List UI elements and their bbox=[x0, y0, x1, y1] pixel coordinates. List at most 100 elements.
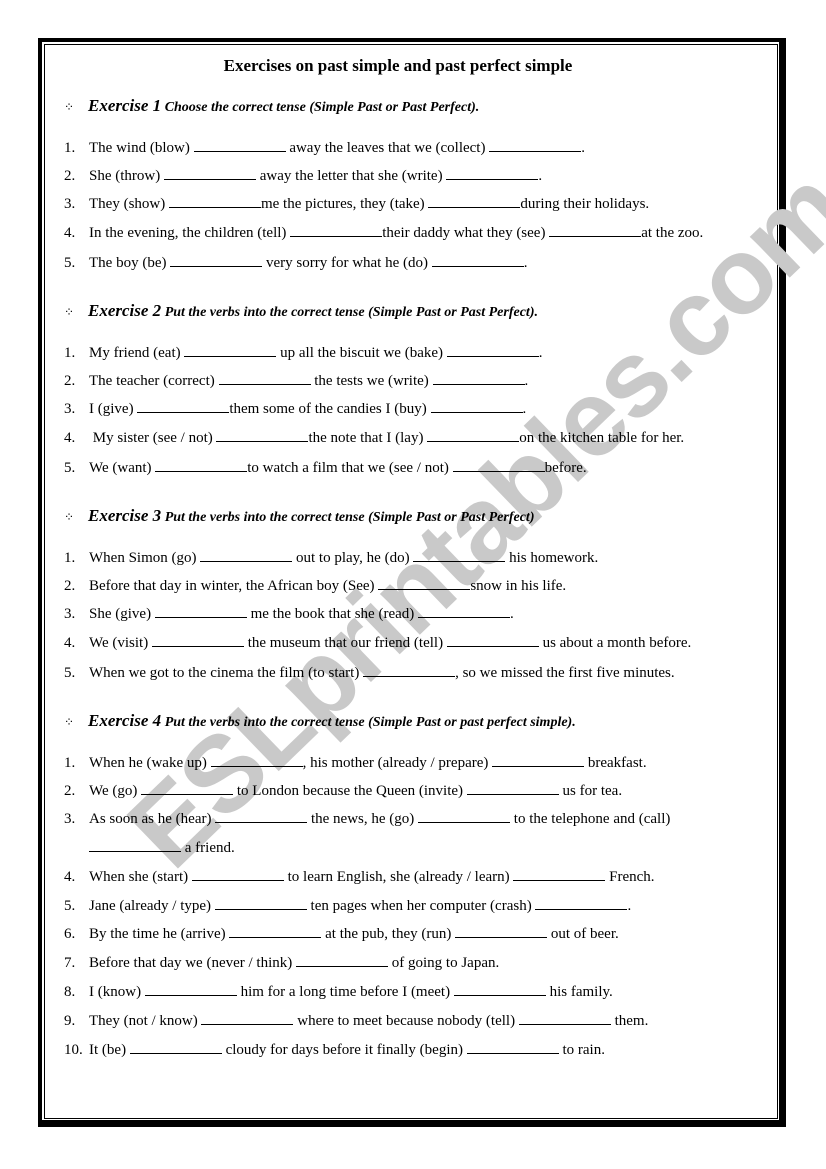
answer-blank[interactable] bbox=[229, 924, 322, 938]
answer-blank[interactable] bbox=[518, 1011, 611, 1025]
item-text: Before that day in winter, the African b… bbox=[89, 578, 379, 594]
item-text: away the letter that she (write) bbox=[256, 168, 447, 184]
answer-blank[interactable] bbox=[290, 223, 383, 237]
answer-blank[interactable] bbox=[170, 253, 263, 267]
answer-blank[interactable] bbox=[489, 138, 582, 152]
answer-blank[interactable] bbox=[535, 896, 628, 910]
answer-blank[interactable] bbox=[418, 809, 511, 823]
answer-blank[interactable] bbox=[413, 548, 506, 562]
item-number: 3. bbox=[64, 196, 76, 212]
item-text: . bbox=[522, 401, 527, 417]
answer-blank[interactable] bbox=[164, 166, 256, 180]
item-text: us for tea. bbox=[558, 783, 623, 799]
answer-blank[interactable] bbox=[296, 953, 389, 967]
item-number: 3. bbox=[64, 401, 76, 417]
item-text: . bbox=[538, 345, 543, 361]
item-text: out to play, he (do) bbox=[292, 550, 414, 566]
item-text: When she (start) bbox=[89, 869, 192, 885]
exercise-item: 1. When Simon (go) out to play, he (do) h… bbox=[64, 548, 598, 567]
item-text: to the telephone and (call) bbox=[510, 811, 671, 827]
item-text: up all the biscuit we (bake) bbox=[276, 345, 447, 361]
item-text: I (give) bbox=[89, 401, 138, 417]
answer-blank[interactable] bbox=[210, 753, 303, 767]
item-number: 1. bbox=[64, 140, 76, 156]
answer-blank[interactable] bbox=[431, 253, 524, 267]
item-number: 6. bbox=[64, 926, 76, 942]
answer-blank[interactable] bbox=[184, 343, 277, 357]
exercise-label: Exercise 1 bbox=[88, 96, 162, 115]
item-text: We (want) bbox=[89, 460, 156, 476]
answer-blank[interactable] bbox=[155, 458, 248, 472]
answer-blank[interactable] bbox=[492, 753, 585, 767]
exercise-item: 4. When she (start) to learn English, she… bbox=[64, 867, 655, 886]
answer-blank[interactable] bbox=[216, 428, 309, 442]
answer-blank[interactable] bbox=[215, 809, 308, 823]
item-number: 8. bbox=[64, 984, 76, 1000]
item-text: during their holidays. bbox=[520, 196, 650, 212]
answer-blank[interactable] bbox=[446, 633, 539, 647]
item-text: very sorry for what he (do) bbox=[262, 255, 432, 271]
answer-blank[interactable] bbox=[154, 604, 247, 618]
item-text: We (go) bbox=[89, 783, 142, 799]
item-number: 4. bbox=[64, 430, 76, 446]
item-text: their daddy what they (see) bbox=[382, 225, 550, 241]
exercise-item: 3. She (give) me the book that she (read)… bbox=[64, 604, 514, 623]
item-text: French. bbox=[605, 869, 655, 885]
item-text: the note that I (lay) bbox=[308, 430, 428, 446]
exercise-label: Exercise 3 bbox=[88, 506, 162, 525]
item-text: As soon as he (hear) bbox=[89, 811, 216, 827]
answer-blank[interactable] bbox=[168, 194, 261, 208]
item-text: at the zoo. bbox=[641, 225, 704, 241]
answer-blank[interactable] bbox=[513, 867, 606, 881]
item-number: 3. bbox=[64, 606, 76, 622]
answer-blank[interactable] bbox=[193, 138, 286, 152]
answer-blank[interactable] bbox=[137, 399, 230, 413]
item-number: 5. bbox=[64, 898, 76, 914]
item-text: the tests we (write) bbox=[310, 373, 433, 389]
answer-blank[interactable] bbox=[151, 633, 244, 647]
answer-blank[interactable] bbox=[378, 576, 471, 590]
answer-blank[interactable] bbox=[191, 867, 284, 881]
answer-blank[interactable] bbox=[141, 781, 234, 795]
answer-blank[interactable] bbox=[218, 371, 311, 385]
item-text: snow in his life. bbox=[470, 578, 567, 594]
item-number: 1. bbox=[64, 755, 76, 771]
answer-blank[interactable] bbox=[200, 548, 293, 562]
exercise-heading: ⁘ Exercise 4 Put the verbs into the corre… bbox=[64, 711, 576, 731]
item-number: 2. bbox=[64, 373, 76, 389]
item-text: his family. bbox=[545, 984, 613, 1000]
answer-blank[interactable] bbox=[466, 1040, 559, 1054]
exercise-item: 8. I (know) him for a long time before I … bbox=[64, 982, 613, 1001]
item-number: 1. bbox=[64, 550, 76, 566]
answer-blank[interactable] bbox=[89, 838, 181, 852]
answer-blank[interactable] bbox=[549, 223, 642, 237]
answer-blank[interactable] bbox=[428, 194, 521, 208]
answer-blank[interactable] bbox=[453, 982, 546, 996]
item-text: The boy (be) bbox=[89, 255, 171, 271]
item-text: She (throw) bbox=[89, 168, 164, 184]
diamond-dots-bullet-icon: ⁘ bbox=[64, 100, 75, 114]
answer-blank[interactable] bbox=[427, 428, 520, 442]
answer-blank[interactable] bbox=[452, 458, 545, 472]
answer-blank[interactable] bbox=[214, 896, 307, 910]
answer-blank[interactable] bbox=[446, 343, 539, 357]
answer-blank[interactable] bbox=[432, 371, 525, 385]
answer-blank[interactable] bbox=[418, 604, 511, 618]
exercise-label: Exercise 4 bbox=[88, 711, 162, 730]
answer-blank[interactable] bbox=[455, 924, 548, 938]
answer-blank[interactable] bbox=[466, 781, 559, 795]
item-text: . bbox=[538, 168, 543, 184]
item-text: to rain. bbox=[558, 1042, 605, 1058]
answer-blank[interactable] bbox=[201, 1011, 294, 1025]
item-text: My friend (eat) bbox=[89, 345, 185, 361]
item-text: before. bbox=[544, 460, 587, 476]
answer-blank[interactable] bbox=[144, 982, 237, 996]
item-text: the news, he (go) bbox=[307, 811, 419, 827]
answer-blank[interactable] bbox=[446, 166, 539, 180]
item-number: 4. bbox=[64, 225, 76, 241]
answer-blank[interactable] bbox=[129, 1040, 222, 1054]
answer-blank[interactable] bbox=[363, 663, 456, 677]
item-number: 7. bbox=[64, 955, 76, 971]
exercise-instruction: Put the verbs into the correct tense (Si… bbox=[161, 715, 576, 730]
answer-blank[interactable] bbox=[430, 399, 523, 413]
